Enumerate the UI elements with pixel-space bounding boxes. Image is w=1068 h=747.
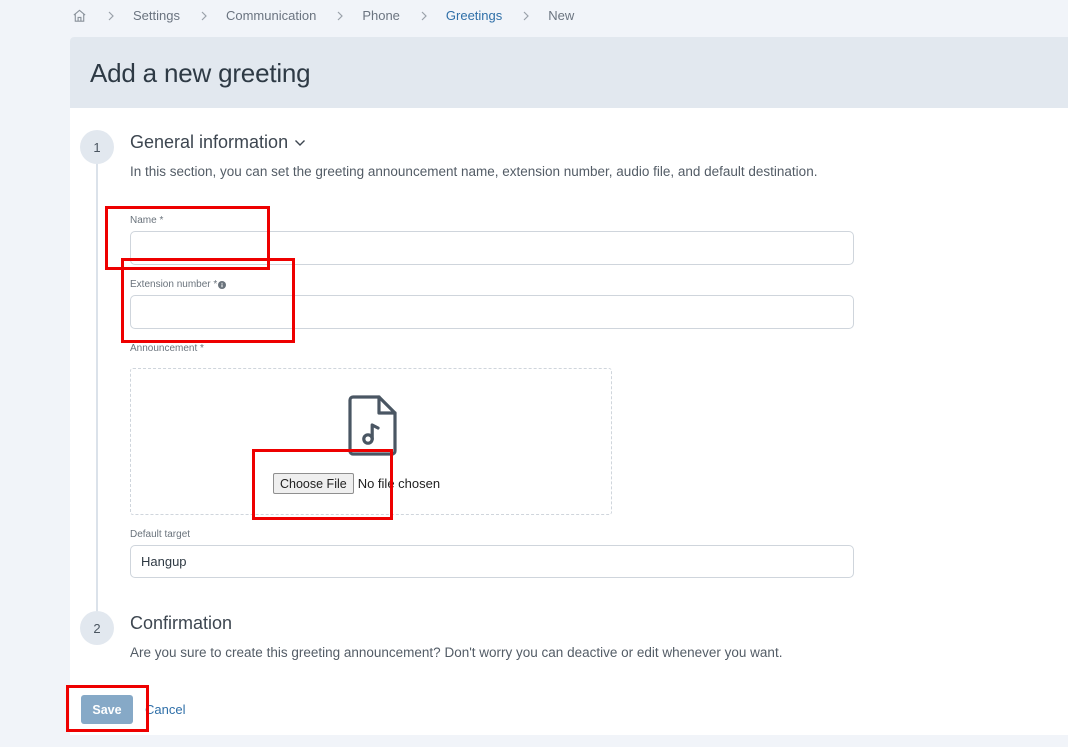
step-number-1: 1: [80, 130, 114, 164]
chevron-right-icon: [336, 11, 344, 21]
breadcrumb-item-new: New: [548, 8, 575, 23]
breadcrumb-item-phone[interactable]: Phone: [362, 8, 400, 23]
breadcrumb: Settings Communication Phone Greetings N…: [72, 7, 574, 24]
annotation-box-extension: [121, 258, 295, 343]
default-target-value: Hangup: [141, 554, 187, 569]
chevron-right-icon: [522, 11, 530, 21]
section-title-general: General information: [130, 132, 289, 152]
section-general-information[interactable]: General information: [130, 132, 306, 153]
greeting-form-card: Add a new greeting 1 General information…: [70, 37, 1068, 735]
step-number-2: 2: [80, 611, 114, 645]
chevron-right-icon: [107, 11, 115, 21]
section-confirmation-description: Are you sure to create this greeting ann…: [130, 645, 783, 660]
breadcrumb-item-greetings[interactable]: Greetings: [446, 8, 502, 23]
annotation-box-choose-file: [252, 449, 393, 520]
default-target-label: Default target: [130, 529, 191, 540]
page-title: Add a new greeting: [90, 58, 311, 88]
section-general-description: In this section, you can set the greetin…: [130, 164, 818, 179]
chevron-right-icon: [420, 11, 428, 21]
chevron-down-icon[interactable]: [294, 139, 306, 147]
stepper-line: [96, 161, 98, 631]
annotation-box-save: [66, 685, 149, 732]
home-icon[interactable]: [72, 8, 87, 23]
default-target-select[interactable]: Hangup: [130, 545, 854, 578]
breadcrumb-item-settings[interactable]: Settings: [133, 8, 180, 23]
cancel-link[interactable]: Cancel: [145, 702, 185, 717]
section-confirmation: Confirmation: [130, 613, 232, 634]
announcement-label: Announcement *: [130, 343, 204, 354]
music-file-icon: [348, 395, 397, 456]
chevron-right-icon: [200, 11, 208, 21]
breadcrumb-item-communication[interactable]: Communication: [226, 8, 316, 23]
section-title-confirmation: Confirmation: [130, 613, 233, 633]
